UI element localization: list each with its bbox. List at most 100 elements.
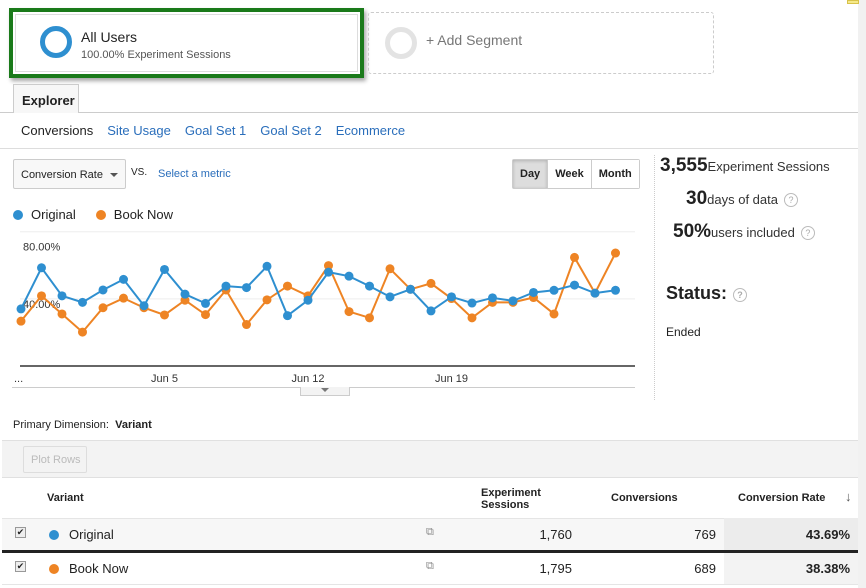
data-point-original[interactable]	[426, 306, 436, 316]
subnav-conversions[interactable]: Conversions	[21, 123, 93, 138]
legend-label: Original	[31, 207, 76, 222]
data-point-book-now[interactable]	[611, 248, 620, 258]
primary-dimension-label: Primary Dimension:	[13, 419, 109, 431]
data-point-book-now[interactable]	[78, 327, 87, 337]
caret-down-icon	[321, 388, 329, 396]
data-point-original[interactable]	[78, 297, 87, 307]
select-metric-link[interactable]: Select a metric	[158, 168, 231, 180]
segment-title: All Users	[81, 29, 138, 45]
data-point-original[interactable]	[37, 263, 46, 273]
data-point-original[interactable]	[447, 292, 456, 302]
stat-value: 30	[686, 188, 708, 209]
y-tick-label: 40.00%	[23, 299, 61, 311]
data-point-book-now[interactable]	[385, 264, 395, 274]
subnav-goal-set-1[interactable]: Goal Set 1	[185, 123, 246, 138]
segment-ring-icon	[385, 27, 417, 59]
row-checkbox[interactable]: ✔	[15, 527, 26, 538]
data-point-original[interactable]	[283, 311, 292, 321]
data-point-original[interactable]	[529, 287, 538, 297]
day-button[interactable]: Day	[513, 160, 548, 188]
data-point-book-now[interactable]	[242, 320, 251, 330]
line-chart: 80.00% 40.00%... Jun 5 Jun 12 Jun 19	[14, 231, 635, 385]
data-point-original[interactable]	[467, 298, 477, 308]
primary-dimension: Primary Dimension: Variant	[13, 419, 152, 431]
plot-rows-button[interactable]: Plot Rows	[23, 446, 87, 473]
data-point-original[interactable]	[242, 283, 251, 293]
data-point-book-now[interactable]	[262, 295, 272, 305]
stat-value: 50%	[673, 221, 712, 242]
metric-label: Conversion Rate	[21, 169, 103, 181]
help-icon[interactable]: ?	[800, 226, 815, 240]
data-point-book-now[interactable]	[365, 313, 374, 323]
subnav-goal-set-2[interactable]: Goal Set 2	[260, 123, 321, 138]
data-point-original[interactable]	[590, 288, 600, 298]
x-tick-label: Jun 19	[435, 373, 468, 385]
table-toolbar	[2, 440, 858, 478]
segment-ring-icon	[40, 26, 72, 58]
data-point-book-now[interactable]	[344, 307, 354, 317]
chart-collapse-handle[interactable]	[300, 387, 350, 396]
data-point-book-now[interactable]	[283, 281, 292, 291]
data-point-original[interactable]	[98, 285, 108, 295]
tab-explorer[interactable]: Explorer	[13, 84, 79, 113]
month-button[interactable]: Month	[590, 160, 639, 188]
legend-label: Book Now	[113, 207, 174, 222]
data-point-book-now[interactable]	[549, 309, 559, 319]
popout-icon[interactable]: ⧉	[426, 526, 434, 539]
data-point-original[interactable]	[324, 267, 333, 277]
header-conversions[interactable]: Conversions	[611, 492, 678, 504]
divider	[0, 148, 858, 149]
data-point-original[interactable]	[57, 291, 67, 301]
data-point-original[interactable]	[221, 281, 231, 291]
data-point-book-now[interactable]	[98, 303, 108, 313]
data-point-book-now[interactable]	[160, 310, 169, 320]
data-point-original[interactable]	[365, 281, 374, 291]
data-point-original[interactable]	[201, 298, 210, 308]
data-point-original[interactable]	[508, 296, 518, 306]
data-point-book-now[interactable]	[570, 252, 579, 262]
sort-desc-icon[interactable]: ↓	[845, 489, 852, 504]
data-point-original[interactable]	[262, 261, 272, 271]
notification-tab[interactable]	[847, 0, 859, 4]
subnav-ecommerce[interactable]: Ecommerce	[336, 123, 405, 138]
data-point-original[interactable]	[549, 285, 559, 295]
row-checkbox[interactable]: ✔	[15, 561, 26, 572]
rate-cell: 38.38%	[805, 561, 850, 576]
data-point-book-now[interactable]	[426, 278, 436, 288]
metric-dropdown[interactable]: Conversion Rate	[13, 159, 126, 189]
add-segment-button[interactable]: + Add Segment	[368, 12, 714, 74]
subnav-site-usage[interactable]: Site Usage	[107, 123, 171, 138]
data-point-original[interactable]	[570, 280, 579, 290]
caret-down-icon	[110, 173, 118, 181]
data-point-book-now[interactable]	[16, 316, 26, 326]
legend-book-now[interactable]: Book Now	[95, 207, 174, 222]
help-icon[interactable]: ?	[733, 288, 748, 302]
primary-dimension-value[interactable]: Variant	[115, 419, 152, 431]
data-point-original[interactable]	[611, 285, 620, 295]
data-point-original[interactable]	[488, 293, 497, 303]
data-point-book-now[interactable]	[57, 309, 67, 319]
header-conversion-rate[interactable]: Conversion Rate	[738, 492, 825, 504]
help-icon[interactable]: ?	[783, 193, 798, 207]
legend-original[interactable]: Original	[13, 207, 76, 222]
segment-all-users[interactable]: All Users 100.00% Experiment Sessions	[9, 8, 364, 78]
data-point-book-now[interactable]	[201, 310, 210, 320]
data-point-book-now[interactable]	[37, 291, 46, 301]
data-point-book-now[interactable]	[467, 313, 477, 323]
data-point-original[interactable]	[16, 304, 26, 314]
data-point-original[interactable]	[160, 264, 169, 274]
divider	[0, 112, 858, 113]
header-variant[interactable]: Variant	[47, 492, 84, 504]
header-sessions[interactable]: Experiment Sessions	[481, 487, 551, 511]
data-point-book-now[interactable]	[119, 293, 128, 303]
data-point-original[interactable]	[139, 301, 149, 311]
data-point-original[interactable]	[303, 295, 313, 305]
week-button[interactable]: Week	[547, 160, 591, 188]
data-point-original[interactable]	[344, 271, 354, 281]
data-point-original[interactable]	[180, 289, 190, 299]
data-point-original[interactable]	[385, 292, 395, 302]
data-point-original[interactable]	[119, 274, 128, 284]
popout-icon[interactable]: ⧉	[426, 560, 434, 573]
dot-icon	[13, 210, 23, 220]
data-point-original[interactable]	[406, 284, 415, 294]
